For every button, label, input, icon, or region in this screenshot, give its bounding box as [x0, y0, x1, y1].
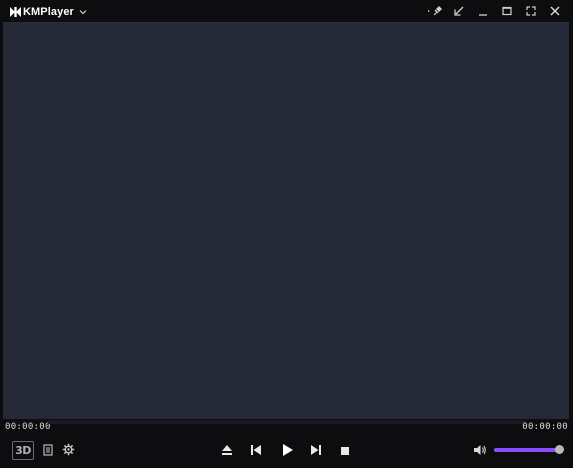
stop-icon — [340, 446, 349, 455]
close-icon — [550, 6, 560, 16]
3d-mode-button[interactable]: 3D — [12, 441, 34, 460]
current-time: 00:00:00 — [5, 422, 51, 432]
seek-row: 00:00:00 00:00:00 — [0, 418, 573, 436]
previous-button[interactable] — [249, 443, 263, 457]
close-button[interactable] — [543, 3, 567, 19]
maximize-button[interactable] — [495, 3, 519, 19]
fullscreen-button[interactable] — [519, 3, 543, 19]
volume-fill — [494, 448, 560, 452]
pin-button[interactable] — [423, 3, 447, 19]
play-icon — [282, 444, 293, 456]
total-time: 00:00:00 — [522, 422, 568, 432]
video-display-area[interactable] — [3, 22, 569, 419]
mute-button[interactable] — [472, 443, 488, 457]
eject-icon — [222, 445, 232, 455]
app-name: KMPlayer — [23, 6, 74, 18]
volume-knob[interactable] — [555, 445, 564, 454]
minimize-button[interactable] — [471, 3, 495, 19]
pin-icon — [428, 6, 442, 16]
next-icon — [311, 445, 321, 455]
mini-mode-icon — [454, 6, 464, 16]
speaker-icon — [474, 445, 486, 455]
mini-mode-button[interactable] — [447, 3, 471, 19]
settings-icon — [62, 443, 74, 455]
play-button[interactable] — [280, 442, 295, 458]
playlist-button[interactable] — [42, 443, 54, 457]
kmplayer-window: KMPlayer 00:00:00 00:00:00 3D — [0, 0, 573, 468]
chevron-down-icon — [79, 10, 87, 15]
fullscreen-icon — [526, 6, 536, 16]
app-menu-button[interactable]: KMPlayer — [10, 5, 87, 19]
window-controls — [423, 3, 567, 19]
settings-button[interactable] — [61, 442, 75, 456]
previous-icon — [251, 445, 261, 455]
playlist-icon — [43, 444, 53, 456]
minimize-icon — [479, 14, 487, 16]
stop-button[interactable] — [338, 444, 351, 457]
maximize-icon — [502, 6, 512, 16]
next-button[interactable] — [309, 443, 323, 457]
seek-bar[interactable] — [48, 420, 526, 424]
eject-button[interactable] — [220, 443, 234, 457]
volume-slider[interactable] — [494, 445, 564, 454]
control-bar: 3D — [0, 436, 573, 468]
title-bar[interactable]: KMPlayer — [0, 0, 573, 22]
kmplayer-logo-icon — [10, 7, 21, 17]
